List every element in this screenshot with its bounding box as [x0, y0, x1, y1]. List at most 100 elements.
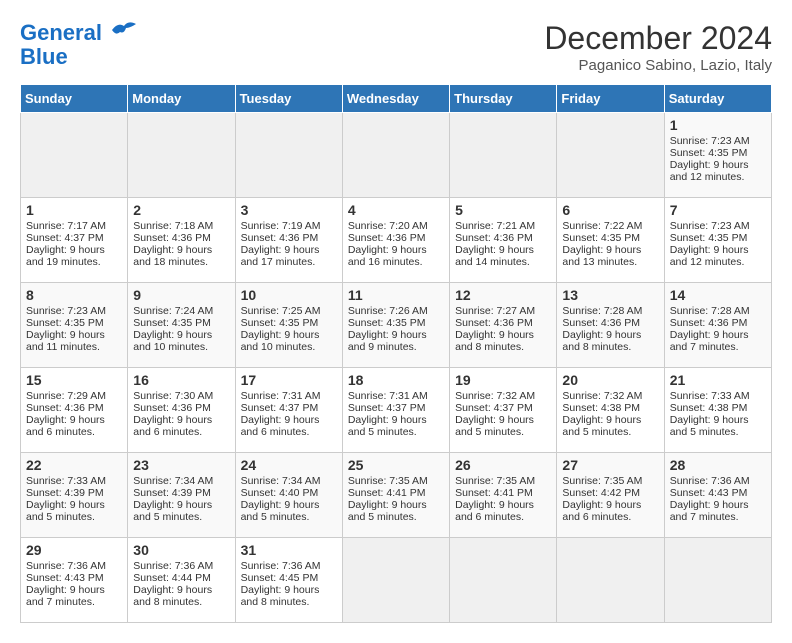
calendar-cell: 13Sunrise: 7:28 AMSunset: 4:36 PMDayligh… — [557, 283, 664, 368]
sunrise-text: Sunrise: 7:30 AM — [133, 390, 229, 402]
calendar-week-row: 15Sunrise: 7:29 AMSunset: 4:36 PMDayligh… — [21, 368, 772, 453]
day-number: 6 — [562, 202, 658, 218]
sunset-text: Sunset: 4:43 PM — [670, 487, 766, 499]
calendar-cell — [664, 538, 771, 623]
calendar-cell: 5Sunrise: 7:21 AMSunset: 4:36 PMDaylight… — [450, 198, 557, 283]
sunrise-text: Sunrise: 7:32 AM — [455, 390, 551, 402]
calendar-header-cell: Monday — [128, 85, 235, 113]
sunrise-text: Sunrise: 7:36 AM — [670, 475, 766, 487]
calendar-header-cell: Thursday — [450, 85, 557, 113]
daylight-text: Daylight: 9 hours and 5 minutes. — [348, 414, 444, 438]
day-number: 31 — [241, 542, 337, 558]
day-number: 16 — [133, 372, 229, 388]
daylight-text: Daylight: 9 hours and 6 minutes. — [26, 414, 122, 438]
sunrise-text: Sunrise: 7:25 AM — [241, 305, 337, 317]
calendar-cell: 3Sunrise: 7:19 AMSunset: 4:36 PMDaylight… — [235, 198, 342, 283]
calendar-cell: 1Sunrise: 7:17 AMSunset: 4:37 PMDaylight… — [21, 198, 128, 283]
sunrise-text: Sunrise: 7:17 AM — [26, 220, 122, 232]
month-title: December 2024 — [544, 20, 772, 57]
calendar-cell: 31 Sunrise: 7:36 AMSunset: 4:45 PMDayligh… — [235, 538, 342, 623]
daylight-text: Daylight: 9 hours and 8 minutes. — [241, 584, 337, 608]
sunrise-text: Sunrise: 7:19 AM — [241, 220, 337, 232]
calendar-header-row: SundayMondayTuesdayWednesdayThursdayFrid… — [21, 85, 772, 113]
calendar-cell: 22Sunrise: 7:33 AMSunset: 4:39 PMDayligh… — [21, 453, 128, 538]
sunset-text: Sunset: 4:36 PM — [348, 232, 444, 244]
sunset-text: Sunset: 4:40 PM — [241, 487, 337, 499]
sunset-text: Sunset: 4:37 PM — [455, 402, 551, 414]
calendar-cell: 2Sunrise: 7:18 AMSunset: 4:36 PMDaylight… — [128, 198, 235, 283]
calendar-cell — [557, 538, 664, 623]
calendar-header-cell: Wednesday — [342, 85, 449, 113]
sunset-text: Sunset: 4:36 PM — [670, 317, 766, 329]
calendar-cell: 29Sunrise: 7:36 AMSunset: 4:43 PMDayligh… — [21, 538, 128, 623]
calendar-body: 1Sunrise: 7:23 AMSunset: 4:35 PMDaylight… — [21, 113, 772, 623]
logo-general: General — [20, 20, 102, 45]
day-number: 7 — [670, 202, 766, 218]
day-number: 18 — [348, 372, 444, 388]
sunrise-text: Sunrise: 7:24 AM — [133, 305, 229, 317]
sunrise-text: Sunrise: 7:32 AM — [562, 390, 658, 402]
daylight-text: Daylight: 9 hours and 12 minutes. — [670, 244, 766, 268]
sunrise-text: Sunrise: 7:28 AM — [670, 305, 766, 317]
daylight-text: Daylight: 9 hours and 7 minutes. — [26, 584, 122, 608]
daylight-text: Daylight: 9 hours and 7 minutes. — [670, 499, 766, 523]
day-number: 27 — [562, 457, 658, 473]
daylight-text: Daylight: 9 hours and 12 minutes. — [670, 159, 766, 183]
sunset-text: Sunset: 4:38 PM — [670, 402, 766, 414]
sunset-text: Sunset: 4:35 PM — [26, 317, 122, 329]
calendar-cell — [21, 113, 128, 198]
sunset-text: Sunset: 4:35 PM — [670, 232, 766, 244]
day-number: 10 — [241, 287, 337, 303]
sunset-text: Sunset: 4:39 PM — [133, 487, 229, 499]
calendar-week-row: 1Sunrise: 7:23 AMSunset: 4:35 PMDaylight… — [21, 113, 772, 198]
sunrise-text: Sunrise: 7:23 AM — [670, 135, 766, 147]
sunrise-text: Sunrise: 7:31 AM — [348, 390, 444, 402]
sunrise-text: Sunrise: 7:36 AM — [26, 560, 122, 572]
calendar-cell: 4Sunrise: 7:20 AMSunset: 4:36 PMDaylight… — [342, 198, 449, 283]
sunset-text: Sunset: 4:36 PM — [133, 232, 229, 244]
sunrise-text: Sunrise: 7:35 AM — [348, 475, 444, 487]
sunset-text: Sunset: 4:35 PM — [562, 232, 658, 244]
daylight-text: Daylight: 9 hours and 5 minutes. — [133, 499, 229, 523]
sunset-text: Sunset: 4:35 PM — [241, 317, 337, 329]
sunset-text: Sunset: 4:39 PM — [26, 487, 122, 499]
day-number: 14 — [670, 287, 766, 303]
calendar-cell: 26Sunrise: 7:35 AMSunset: 4:41 PMDayligh… — [450, 453, 557, 538]
day-number: 29 — [26, 542, 122, 558]
daylight-text: Daylight: 9 hours and 8 minutes. — [562, 329, 658, 353]
calendar-cell: 25Sunrise: 7:35 AMSunset: 4:41 PMDayligh… — [342, 453, 449, 538]
calendar-header-cell: Tuesday — [235, 85, 342, 113]
sunrise-text: Sunrise: 7:28 AM — [562, 305, 658, 317]
sunset-text: Sunset: 4:45 PM — [241, 572, 337, 584]
daylight-text: Daylight: 9 hours and 8 minutes. — [133, 584, 229, 608]
daylight-text: Daylight: 9 hours and 6 minutes. — [562, 499, 658, 523]
daylight-text: Daylight: 9 hours and 10 minutes. — [133, 329, 229, 353]
day-number: 5 — [455, 202, 551, 218]
sunrise-text: Sunrise: 7:29 AM — [26, 390, 122, 402]
sunrise-text: Sunrise: 7:36 AM — [241, 560, 337, 572]
sunset-text: Sunset: 4:38 PM — [562, 402, 658, 414]
sunset-text: Sunset: 4:35 PM — [133, 317, 229, 329]
title-area: December 2024 Paganico Sabino, Lazio, It… — [544, 20, 772, 74]
day-number: 28 — [670, 457, 766, 473]
calendar-cell: 19Sunrise: 7:32 AMSunset: 4:37 PMDayligh… — [450, 368, 557, 453]
sunset-text: Sunset: 4:37 PM — [241, 402, 337, 414]
calendar-week-row: 8Sunrise: 7:23 AMSunset: 4:35 PMDaylight… — [21, 283, 772, 368]
calendar-cell: 23Sunrise: 7:34 AMSunset: 4:39 PMDayligh… — [128, 453, 235, 538]
calendar-week-row: 22Sunrise: 7:33 AMSunset: 4:39 PMDayligh… — [21, 453, 772, 538]
sunrise-text: Sunrise: 7:33 AM — [26, 475, 122, 487]
calendar-cell — [128, 113, 235, 198]
day-number: 8 — [26, 287, 122, 303]
calendar-header-cell: Sunday — [21, 85, 128, 113]
day-number: 21 — [670, 372, 766, 388]
calendar-table: SundayMondayTuesdayWednesdayThursdayFrid… — [20, 84, 772, 623]
daylight-text: Daylight: 9 hours and 18 minutes. — [133, 244, 229, 268]
sunrise-text: Sunrise: 7:18 AM — [133, 220, 229, 232]
sunset-text: Sunset: 4:44 PM — [133, 572, 229, 584]
day-number: 3 — [241, 202, 337, 218]
calendar-header-cell: Friday — [557, 85, 664, 113]
day-number: 15 — [26, 372, 122, 388]
location-title: Paganico Sabino, Lazio, Italy — [544, 57, 772, 74]
calendar-week-row: 29Sunrise: 7:36 AMSunset: 4:43 PMDayligh… — [21, 538, 772, 623]
calendar-cell: 16Sunrise: 7:30 AMSunset: 4:36 PMDayligh… — [128, 368, 235, 453]
